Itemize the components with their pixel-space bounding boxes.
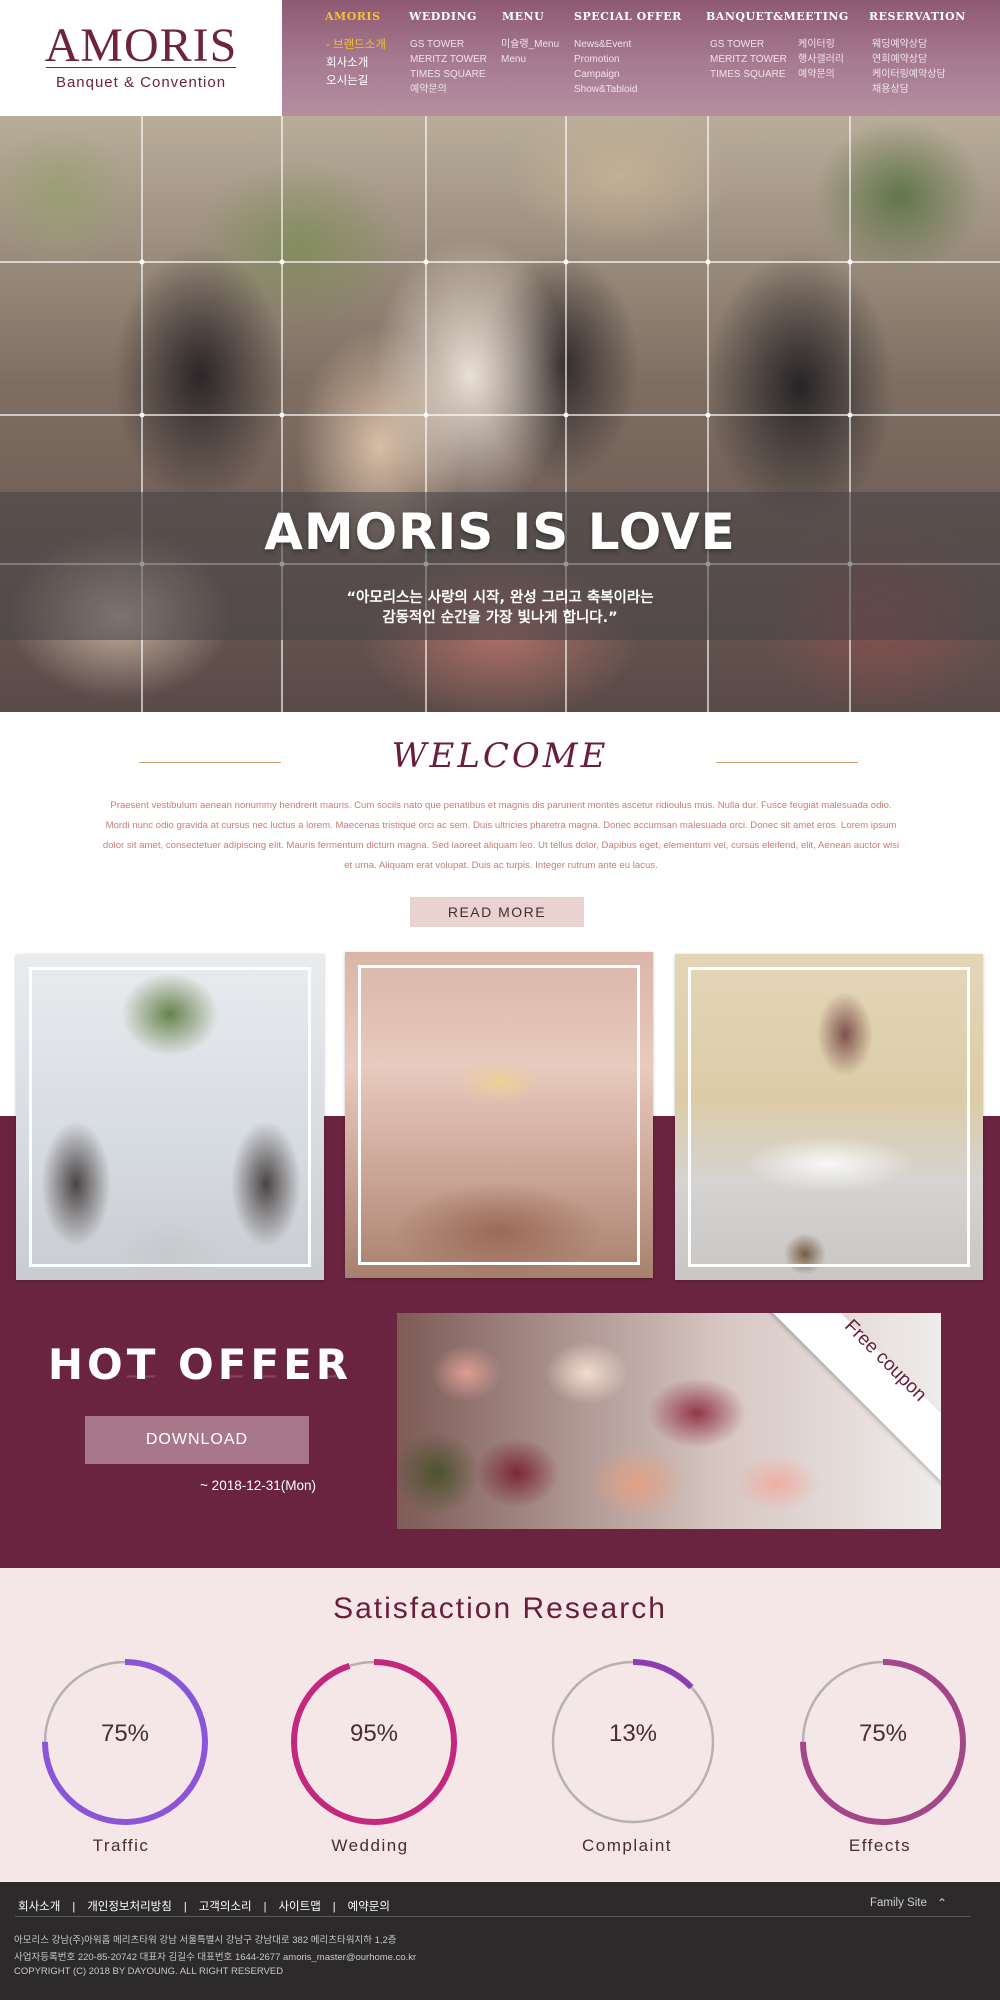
- footer-link-company[interactable]: 회사소개: [18, 1901, 60, 1913]
- nav-sub-company[interactable]: 회사소개: [326, 54, 368, 72]
- footer-link-privacy[interactable]: 개인정보처리방침: [87, 1901, 172, 1913]
- nav-sub-wedding-times-square[interactable]: TIMES SQUARE: [410, 67, 486, 82]
- footer-link-reservation[interactable]: 예약문의: [348, 1901, 390, 1913]
- site-header: AMORIS Banquet & Convention AMORIS - 브랜드…: [0, 0, 1000, 116]
- welcome-title: WELCOME: [391, 736, 609, 776]
- nav-sub-banquet-gs-tower[interactable]: GS TOWER: [710, 37, 764, 52]
- nav-item-reservation[interactable]: RESERVATION: [869, 10, 966, 23]
- nav-sub-banquet-meritz-tower[interactable]: MERITZ TOWER: [710, 52, 787, 67]
- offer-deadline: ~ 2018-12-31(Mon): [200, 1478, 316, 1493]
- site-footer: 회사소개 | 개인정보처리방침 | 고객의소리 | 사이트맵 | 예약문의 Family Sit…: [0, 1882, 1000, 2000]
- gauge-complaint-percent: 13%: [608, 1720, 658, 1747]
- download-button[interactable]: DOWNLOAD: [85, 1416, 309, 1464]
- welcome-line: et urna. Aliquam erat volupat. Duis ac t…: [344, 860, 658, 871]
- hero-subtitle-line2: 감동적인 순간을 가장 빛나게 합니다.”: [382, 610, 618, 626]
- nav-sub-brand[interactable]: - 브랜드소개: [326, 36, 386, 54]
- hot-offer-title: HOT OFFER: [47, 1340, 353, 1389]
- footer-copyright: COPYRIGHT (C) 2018 BY DAYOUNG. ALL RIGHT…: [14, 1966, 284, 1977]
- nav-sub-banquet-times-square[interactable]: TIMES SQUARE: [710, 67, 786, 82]
- footer-separator: |: [263, 1901, 267, 1913]
- gauge-effects-label: Effects: [848, 1836, 912, 1855]
- logo[interactable]: AMORIS Banquet & Convention: [0, 0, 282, 116]
- gauge-effects-percent: 75%: [858, 1720, 908, 1747]
- nav-item-banquet-meeting[interactable]: BANQUET&MEETING: [706, 10, 849, 23]
- gauge-traffic-percent: 75%: [100, 1720, 150, 1747]
- read-more-button[interactable]: READ MORE: [410, 897, 584, 927]
- nav-sub-show-tabloid[interactable]: Show&Tabloid: [574, 82, 637, 97]
- footer-separator: |: [72, 1901, 76, 1913]
- nav-sub-directions[interactable]: 오시는길: [326, 72, 368, 90]
- nav-sub-wedding-meritz-tower[interactable]: MERITZ TOWER: [410, 52, 487, 67]
- footer-link-feedback[interactable]: 고객의소리: [199, 1901, 252, 1913]
- nav-sub-wedding-gs-tower[interactable]: GS TOWER: [410, 37, 464, 52]
- welcome-line: dolor sit amet, consectetuer adipiscing …: [102, 840, 900, 851]
- nav-sub-michelin-menu[interactable]: 미슐랭_Menu: [501, 37, 559, 52]
- footer-links: 회사소개 | 개인정보처리방침 | 고객의소리 | 사이트맵 | 예약문의: [18, 1897, 390, 1915]
- nav-sub-banquet-inquiry[interactable]: 예약문의: [798, 67, 835, 82]
- nav-sub-wedding-reservation[interactable]: 웨딩예약상담: [872, 37, 927, 52]
- welcome-line: Praesent vestibulum aenean nonummy hendr…: [110, 800, 892, 811]
- logo-wordmark: AMORIS: [44, 19, 238, 72]
- hero-title: AMORIS IS LOVE: [264, 503, 736, 561]
- nav-sub-event-gallery[interactable]: 행사갤러리: [798, 52, 844, 67]
- nav-item-amoris[interactable]: AMORIS: [325, 10, 381, 23]
- satisfaction-title: Satisfaction Research: [333, 1592, 667, 1625]
- nav-sub-wedding-inquiry[interactable]: 예약문의: [410, 82, 447, 97]
- chevron-up-icon[interactable]: ⌃: [937, 1896, 947, 1910]
- nav-sub-news-event[interactable]: News&Event: [574, 37, 631, 52]
- nav-sub-recruit-inquiry[interactable]: 채용상담: [872, 82, 909, 97]
- gauge-wedding-label: Wedding: [331, 1836, 409, 1855]
- hero-subtitle-line1: “아모리스는 사랑의 시작, 완성 그리고 축복이라는: [346, 590, 654, 606]
- venue-photo-banquet-hall[interactable]: [345, 952, 653, 1278]
- nav-sub-menu[interactable]: Menu: [501, 52, 526, 67]
- satisfaction-section: Satisfaction Research 75% Traffic 95% We…: [0, 1568, 1000, 1882]
- gauge-traffic-label: Traffic: [92, 1836, 150, 1855]
- photo-frame: [358, 965, 640, 1265]
- welcome-body: Praesent vestibulum aenean nonummy hendr…: [56, 796, 946, 876]
- footer-separator: |: [183, 1901, 187, 1913]
- hero-banner: AMORIS IS LOVE “아모리스는 사랑의 시작, 완성 그리고 축복이…: [0, 116, 1000, 712]
- welcome-line: Mordi nunc odio gravida at cursus nec lu…: [105, 820, 897, 831]
- family-site-select[interactable]: Family Site: [870, 1897, 927, 1909]
- gauge-complaint-label: Complaint: [581, 1836, 673, 1855]
- footer-link-sitemap[interactable]: 사이트맵: [278, 1901, 320, 1913]
- nav-item-menu[interactable]: MENU: [502, 10, 544, 23]
- photo-frame: [688, 967, 970, 1267]
- nav-sub-campaign[interactable]: Campaign: [574, 67, 620, 82]
- venue-photo-ceremony[interactable]: [16, 954, 324, 1280]
- logo-rule: [46, 67, 236, 68]
- logo-tagline: Banquet & Convention: [55, 74, 227, 91]
- footer-divider: [15, 1916, 970, 1917]
- hot-offer-title-reflection: HOT OFFER: [40, 1374, 360, 1380]
- nav-item-special-offer[interactable]: SPECIAL OFFER: [574, 10, 682, 23]
- gauge-wedding-percent: 95%: [349, 1720, 399, 1747]
- nav-sub-catering[interactable]: 케이터링: [798, 37, 835, 52]
- nav-sub-promotion[interactable]: Promotion: [574, 52, 620, 67]
- nav-sub-catering-reservation[interactable]: 케이터링예약상담: [872, 67, 946, 82]
- footer-address: 아모리스 강남(주)아워홈 메리츠타워 강남 서울특별시 강남구 강남대로 38…: [14, 1935, 397, 1946]
- photo-frame: [29, 967, 311, 1267]
- nav-sub-banquet-reservation[interactable]: 연회예약상담: [872, 52, 927, 67]
- page: AMORIS Banquet & Convention AMORIS - 브랜드…: [0, 0, 1000, 2000]
- footer-business-info: 사업자등록번호 220-85-20742 대표자 김길수 대표번호 1644-2…: [14, 1952, 417, 1963]
- main-nav: AMORIS - 브랜드소개 회사소개 오시는길 WEDDING GS TOWE…: [282, 0, 1000, 116]
- venue-photo-dining-room[interactable]: [675, 954, 983, 1280]
- footer-separator: |: [332, 1901, 336, 1913]
- nav-item-wedding[interactable]: WEDDING: [409, 10, 477, 23]
